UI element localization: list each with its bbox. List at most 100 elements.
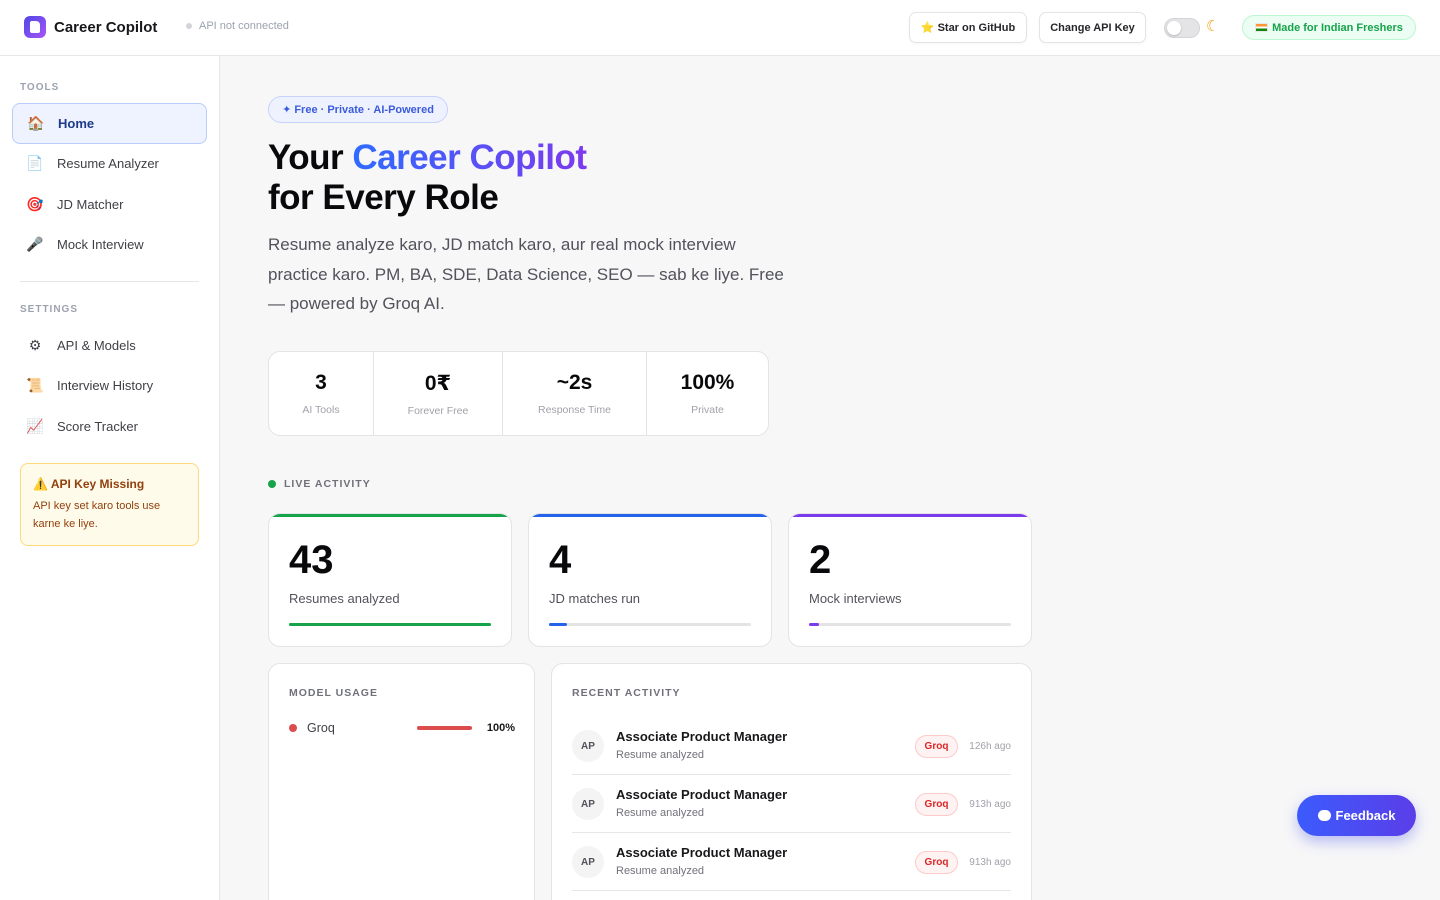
activity-subtitle: Resume analyzed [616,807,705,819]
activity-title: Associate Product Manager [616,729,788,744]
api-status: API not connected [186,20,289,32]
usage-percent: 100% [486,722,515,734]
model-usage-title: MODEL USAGE [289,687,378,699]
model-badge: Groq [915,851,958,874]
live-dot-icon [268,480,276,488]
card-accent-bar [789,514,1031,517]
model-dot-icon [289,724,297,732]
home-icon: 🏠 [27,115,45,131]
activity-label: Mock interviews [809,591,902,606]
avatar: AP [572,846,604,878]
feedback-button[interactable]: Feedback [1297,795,1416,836]
sidebar-item-label: Score Tracker [57,419,138,434]
progress-track [809,623,1011,626]
stat-value: 0₹ [424,371,452,395]
stats-strip: 3 AI Tools 0₹ Forever Free ~2s Response … [268,351,769,436]
chat-bubble-icon [1317,810,1331,821]
activity-value: 4 [549,538,572,582]
brand[interactable]: Career Copilot [24,16,157,38]
stat-forever-free: 0₹ Forever Free [374,352,503,435]
sidebar-item-api-models[interactable]: ⚙ API & Models [12,325,207,366]
microphone-icon: 🎤 [26,236,44,252]
sidebar-item-label: Interview History [57,378,154,393]
moon-icon: ☾ [1206,18,1220,35]
tools-section-label: TOOLS [20,82,60,93]
list-item[interactable]: AP Associate Product Manager Resume anal… [572,833,1011,891]
top-header: Career Copilot API not connected ⭐ Star … [0,0,1440,56]
stat-label: Forever Free [407,404,469,417]
made-for-badge: Made for Indian Freshers [1242,15,1416,40]
sidebar-item-mock-interview[interactable]: 🎤 Mock Interview [12,224,207,265]
activity-card-mock-interviews: 2 Mock interviews [788,513,1032,647]
sidebar-item-interview-history[interactable]: 📜 Interview History [12,365,207,406]
model-usage-row: Groq 100% [289,720,515,736]
app-name: Career Copilot [54,18,158,36]
warning-title: ⚠️ API Key Missing [33,477,145,491]
stat-response-time: ~2s Response Time [503,352,647,435]
activity-value: 43 [289,538,334,582]
card-accent-bar [269,514,511,517]
progress-fill [809,623,820,626]
recent-activity-title: RECENT ACTIVITY [572,687,681,699]
app-logo-icon [24,16,46,38]
star-github-button[interactable]: ⭐ Star on GitHub [909,12,1027,43]
sidebar-item-home[interactable]: 🏠 Home [12,103,207,144]
list-item[interactable]: AP Associate Product Manager Resume anal… [572,717,1011,775]
activity-subtitle: Resume analyzed [616,865,705,877]
activity-title: Associate Product Manager [616,845,788,860]
stat-value: ~2s [556,371,593,394]
sidebar-item-label: API & Models [57,338,136,353]
activity-label: JD matches run [549,591,641,606]
sidebar-item-jd-matcher[interactable]: 🎯 JD Matcher [12,184,207,225]
activity-card-resumes: 43 Resumes analyzed [268,513,512,647]
usage-bar [417,726,472,730]
live-activity-heading: LIVE ACTIVITY [268,478,371,490]
stat-label: Private [691,404,724,416]
model-badge: Groq [915,735,958,758]
api-status-text: API not connected [199,20,289,32]
change-api-key-button[interactable]: Change API Key [1039,12,1146,43]
target-icon: 🎯 [26,196,44,212]
title-line2: for Every Role [268,178,499,217]
made-for-text: Made for Indian Freshers [1272,21,1403,34]
card-accent-bar [529,514,771,517]
hero-subtitle: Resume analyze karo, JD match karo, aur … [268,235,784,313]
live-activity-label: LIVE ACTIVITY [284,478,371,490]
sidebar-item-label: Home [58,116,95,131]
progress-fill [289,623,491,626]
api-key-warning: ⚠️ API Key Missing API key set karo tool… [20,463,199,546]
sidebar-item-score-tracker[interactable]: 📈 Score Tracker [12,406,207,447]
sidebar-item-label: JD Matcher [57,197,124,212]
sidebar-divider [20,281,199,282]
activity-time: 913h ago [969,857,1011,868]
warning-text: API key set karo tools use karne ke liye… [33,500,161,530]
avatar: AP [572,788,604,820]
stat-private: 100% Private [647,352,768,435]
feedback-label: Feedback [1335,808,1396,823]
model-badge: Groq [915,793,958,816]
gear-icon: ⚙ [28,337,42,353]
status-dot-icon [186,23,192,29]
stat-value: 100% [680,371,735,394]
document-icon: 📄 [26,155,44,171]
activity-time: 126h ago [969,741,1011,752]
activity-value: 2 [809,538,832,582]
stat-label: Response Time [538,404,611,416]
sidebar: TOOLS 🏠 Home 📄 Resume Analyzer 🎯 JD Matc… [0,56,220,900]
stat-ai-tools: 3 AI Tools [269,352,374,435]
stat-label: AI Tools [302,404,340,416]
activity-label: Resumes analyzed [289,591,400,606]
sidebar-item-label: Resume Analyzer [57,156,159,171]
progress-track [549,623,751,626]
sidebar-item-resume-analyzer[interactable]: 📄 Resume Analyzer [12,143,207,184]
progress-track [289,623,491,626]
activity-card-jd-matches: 4 JD matches run [528,513,772,647]
title-highlight: Career Copilot [352,138,587,177]
list-item[interactable]: AP Associate Product Manager Resume anal… [572,775,1011,833]
model-name: Groq [307,721,335,735]
page-title: Your Career Copilot for Every Role [268,138,587,218]
stat-value: 3 [315,371,327,394]
theme-toggle[interactable] [1164,18,1200,38]
activity-time: 913h ago [969,799,1011,810]
sidebar-item-label: Mock Interview [57,237,144,252]
